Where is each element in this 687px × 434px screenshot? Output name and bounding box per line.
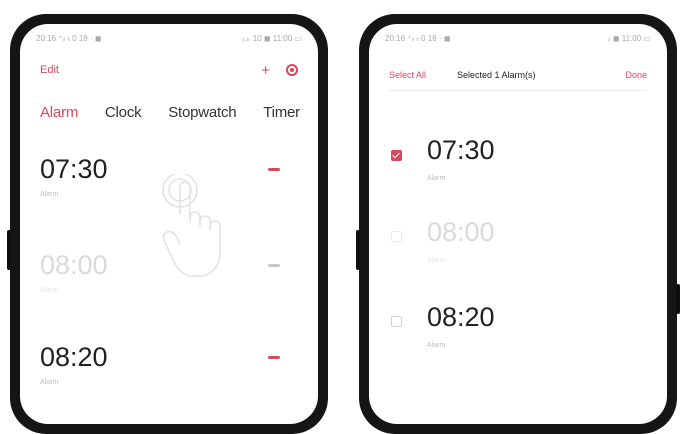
volume-button — [356, 230, 360, 270]
right-phone: 20:16 ⁺ᵢₗ ₗₗ 0 18 · ◼ ₀ ◼ 11:00 ▭ Select… — [356, 14, 680, 434]
alarm-checkbox[interactable] — [391, 231, 402, 242]
done-button[interactable]: Done — [625, 70, 647, 80]
tab-bar: Alarm Clock Stopwatch Timer — [40, 104, 300, 121]
status-left: 20:16 ⁺ᵢₗ ₗₗ 0 18 · ◼ — [36, 34, 102, 43]
divider — [389, 90, 647, 91]
alarm-toggle[interactable] — [268, 168, 280, 171]
tab-alarm[interactable]: Alarm — [40, 104, 78, 121]
alarm-edit-screen: 20:16 ⁺ᵢₗ ₗₗ 0 18 · ◼ ₀ ◼ 11:00 ▭ Select… — [369, 24, 667, 424]
tab-timer[interactable]: Timer — [263, 104, 300, 121]
alarm-row[interactable]: 08:20 Alarm — [40, 344, 298, 404]
status-right: ₀.ₖ 10 ◼ 11:00 ▭ — [241, 34, 302, 43]
plus-icon[interactable]: + — [261, 63, 270, 78]
alarm-time: 08:00 — [427, 217, 495, 247]
alarm-label: Alarm — [427, 342, 446, 349]
alarm-label: Alarm — [427, 175, 446, 182]
alarm-toggle[interactable] — [268, 356, 280, 359]
selected-count: Selected 1 Alarm(s) — [457, 70, 536, 80]
alarm-label: Alarm — [40, 379, 59, 386]
gear-icon[interactable] — [286, 64, 298, 76]
volume-button — [7, 230, 11, 270]
status-left: 20:16 ⁺ᵢₗ ₗₗ 0 18 · ◼ — [385, 34, 451, 43]
toolbar: Edit + — [40, 60, 298, 80]
alarm-time: 08:20 — [40, 342, 108, 372]
tab-clock[interactable]: Clock — [105, 104, 142, 121]
alarm-checkbox[interactable] — [391, 150, 402, 161]
selection-bar: Select All Selected 1 Alarm(s) Done — [389, 70, 647, 86]
status-bar: 20:16 ⁺ᵢₗ ₗₗ 0 18 · ◼ ₀ ◼ 11:00 ▭ — [385, 34, 651, 46]
alarm-toggle[interactable] — [268, 264, 280, 267]
alarm-label: Alarm — [40, 287, 59, 294]
alarm-time: 07:30 — [427, 135, 495, 165]
select-all-button[interactable]: Select All — [389, 70, 426, 80]
status-bar: 20:16 ⁺ᵢₗ ₗₗ 0 18 · ◼ ₀.ₖ 10 ◼ 11:00 ▭ — [36, 34, 302, 46]
alarm-screen: 20:16 ⁺ᵢₗ ₗₗ 0 18 · ◼ ₀.ₖ 10 ◼ 11:00 ▭ E… — [20, 24, 318, 424]
status-right: ₀ ◼ 11:00 ▭ — [607, 34, 651, 43]
alarm-checkbox[interactable] — [391, 316, 402, 327]
left-phone: 20:16 ⁺ᵢₗ ₗₗ 0 18 · ◼ ₀.ₖ 10 ◼ 11:00 ▭ E… — [7, 14, 328, 434]
edit-button[interactable]: Edit — [40, 64, 59, 76]
power-button — [676, 284, 680, 314]
alarm-label: Alarm — [427, 257, 446, 264]
tab-stopwatch[interactable]: Stopwatch — [168, 104, 236, 121]
alarm-time: 08:20 — [427, 302, 495, 332]
hand-tap-icon — [162, 174, 221, 277]
